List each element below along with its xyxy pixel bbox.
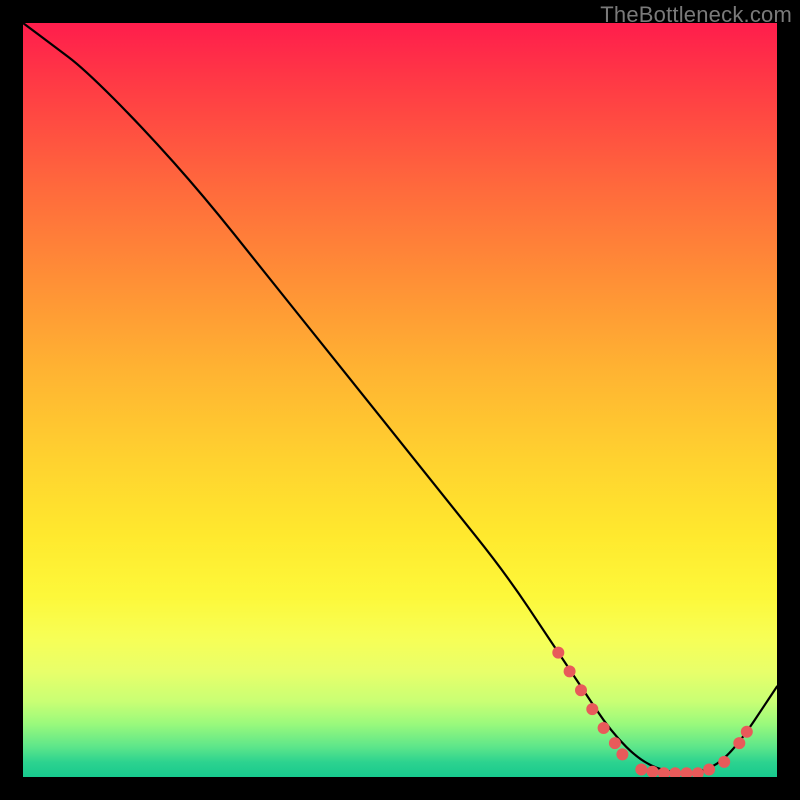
chart-stage: TheBottleneck.com [0,0,800,800]
watermark-text: TheBottleneck.com [600,2,792,28]
plot-area [23,23,777,777]
